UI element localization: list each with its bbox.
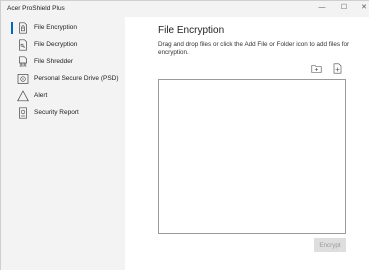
sidebar-item-alert[interactable]: Alert [1, 88, 125, 104]
warning-icon [17, 90, 29, 102]
file-lock-icon [19, 22, 27, 34]
add-folder-icon[interactable] [311, 63, 322, 74]
sidebar-item-psd[interactable]: Personal Secure Drive (PSD) [1, 71, 125, 87]
page-description: Drag and drop files or click the Add Fil… [158, 41, 350, 56]
sidebar-item-file-decryption[interactable]: File Decryption [1, 37, 125, 53]
add-file-icon[interactable] [332, 63, 343, 74]
sidebar-item-label: Alert [34, 92, 48, 99]
sidebar: File Encryption File Decryption File Shr… [1, 17, 125, 270]
file-drop-zone[interactable] [158, 79, 346, 234]
sidebar-item-file-encryption[interactable]: File Encryption [1, 20, 125, 36]
secure-drive-icon [17, 74, 29, 84]
window-title: Acer ProShield Plus [7, 5, 65, 12]
page-title: File Encryption [158, 25, 225, 36]
close-button[interactable]: ✕ [357, 3, 369, 13]
sidebar-item-label: Security Report [34, 109, 79, 116]
encrypt-button[interactable]: Encrypt [314, 238, 346, 252]
maximize-button[interactable]: ☐ [337, 3, 351, 13]
file-key-icon [19, 39, 27, 51]
sidebar-item-file-shredder[interactable]: File Shredder [1, 54, 125, 70]
report-icon [19, 107, 27, 119]
selected-indicator [11, 22, 13, 34]
sidebar-item-label: File Decryption [34, 41, 78, 48]
title-bar: Acer ProShield Plus — ☐ ✕ [1, 1, 369, 17]
main-panel: File Encryption Drag and drop files or c… [125, 17, 369, 270]
sidebar-item-security-report[interactable]: Security Report [1, 105, 125, 121]
app-window: Acer ProShield Plus — ☐ ✕ File Encryptio… [0, 0, 369, 270]
sidebar-item-label: Personal Secure Drive (PSD) [34, 75, 119, 82]
minimize-button[interactable]: — [315, 3, 329, 13]
sidebar-item-label: File Shredder [34, 58, 74, 65]
sidebar-item-label: File Encryption [34, 24, 77, 31]
file-shred-icon [19, 56, 27, 67]
